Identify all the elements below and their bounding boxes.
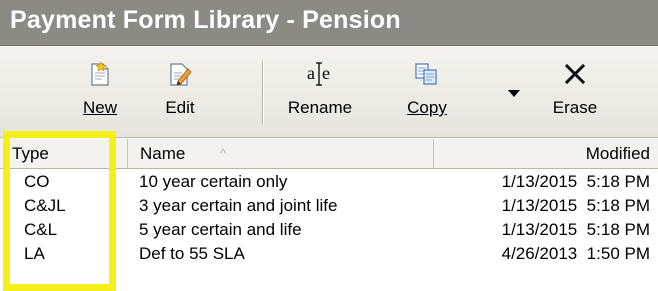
row-modified: 1/13/2015 5:18 PM <box>501 172 650 191</box>
table-row[interactable]: CO 10 year certain only 1/13/2015 5:18 P… <box>0 170 658 194</box>
title-bar: Payment Form Library - Pension <box>0 0 658 46</box>
new-button-label: New <box>82 98 117 117</box>
erase-button-label: Erase <box>552 98 598 117</box>
row-type: C&L <box>24 220 58 239</box>
row-name: 3 year certain and joint life <box>139 196 338 215</box>
new-button[interactable]: New <box>70 52 130 132</box>
row-type: CO <box>24 172 50 191</box>
table-header: Type Name ^ Modified <box>0 139 658 169</box>
erase-button[interactable]: Erase <box>540 52 610 132</box>
row-modified: 1/13/2015 5:18 PM <box>501 220 650 239</box>
edit-button-label: Edit <box>165 98 195 117</box>
copy-icon <box>414 52 440 96</box>
column-header-name[interactable]: Name ^ <box>128 139 434 168</box>
row-modified: 1/13/2015 5:18 PM <box>501 196 650 215</box>
edit-button[interactable]: Edit <box>150 52 210 132</box>
toolbar: New Edit a e Rename Copy Erase <box>0 46 658 138</box>
table-row[interactable]: LA Def to 55 SLA 4/26/2013 1:50 PM <box>0 242 658 266</box>
row-name: 10 year certain only <box>139 172 288 191</box>
column-header-type[interactable]: Type <box>0 139 128 168</box>
window-title: Payment Form Library - Pension <box>10 6 401 34</box>
rename-text-icon: a e <box>305 52 335 96</box>
sort-ascending-icon: ^ <box>220 146 227 161</box>
table-body: CO 10 year certain only 1/13/2015 5:18 P… <box>0 170 658 266</box>
row-name: 5 year certain and life <box>139 220 302 239</box>
table-row[interactable]: C&JL 3 year certain and joint life 1/13/… <box>0 194 658 218</box>
row-type: LA <box>24 244 45 263</box>
column-header-name-label: Name <box>140 144 186 163</box>
rename-button[interactable]: a e Rename <box>272 52 368 132</box>
row-modified: 4/26/2013 1:50 PM <box>501 244 650 263</box>
row-name: Def to 55 SLA <box>139 244 245 263</box>
edit-pencil-icon <box>168 52 192 96</box>
new-document-icon <box>89 52 111 96</box>
row-type: C&JL <box>24 196 66 215</box>
table-row[interactable]: C&L 5 year certain and life 1/13/2015 5:… <box>0 218 658 242</box>
svg-text:e: e <box>322 63 330 83</box>
toolbar-separator <box>262 60 263 124</box>
column-header-modified-label: Modified <box>585 144 650 163</box>
erase-x-icon <box>564 52 586 96</box>
copy-button-label: Copy <box>407 98 447 117</box>
caret-down-icon[interactable] <box>508 90 520 97</box>
copy-button[interactable]: Copy <box>382 52 472 132</box>
column-header-type-label: Type <box>12 144 49 163</box>
svg-text:a: a <box>307 63 315 83</box>
rename-button-label: Rename <box>287 98 353 117</box>
column-header-modified[interactable]: Modified <box>434 139 658 168</box>
